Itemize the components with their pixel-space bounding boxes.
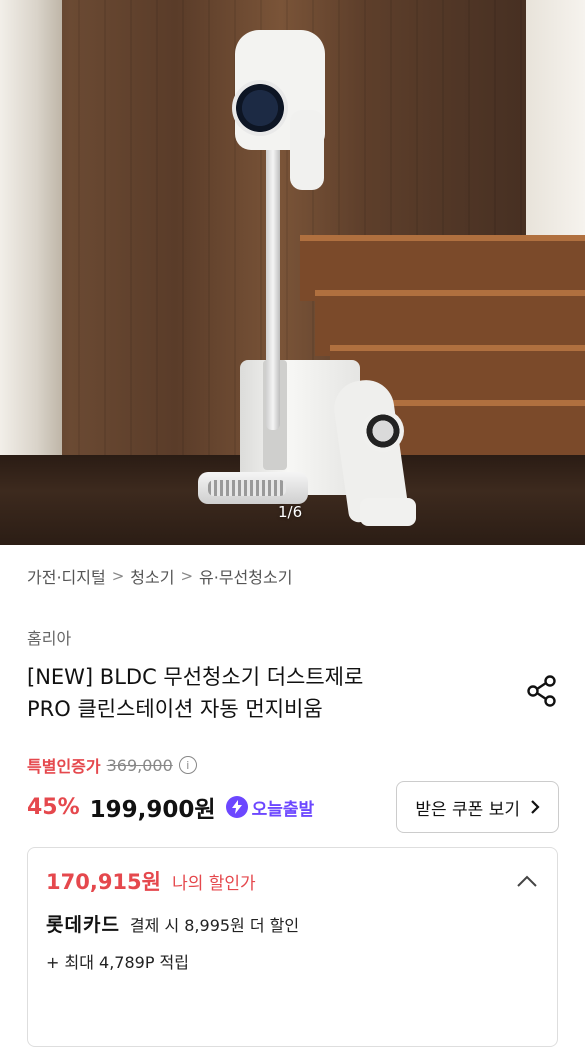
lightning-icon bbox=[225, 796, 248, 818]
share-icon[interactable] bbox=[522, 671, 562, 711]
product-image-gallery[interactable]: 1/6 bbox=[0, 0, 585, 545]
view-coupons-button[interactable]: 받은 쿠폰 보기 bbox=[396, 781, 559, 833]
chevron-right-icon bbox=[531, 800, 540, 814]
card-brand-logo: 롯데카드 bbox=[46, 914, 120, 936]
breadcrumb-item[interactable]: 가전·디지털 bbox=[27, 564, 106, 588]
brand-name[interactable]: 홈리아 bbox=[27, 625, 558, 649]
chevron-right-icon: > bbox=[180, 567, 194, 585]
breadcrumb-item[interactable]: 유·무선청소기 bbox=[199, 564, 292, 588]
special-price-label: 특별인증가 bbox=[27, 757, 101, 776]
curtain-right bbox=[526, 0, 585, 238]
chevron-up-icon[interactable] bbox=[515, 874, 539, 888]
vacuum-display bbox=[232, 80, 288, 136]
my-discount-price: 170,915원 bbox=[46, 870, 161, 894]
image-counter: 1/6 bbox=[278, 503, 303, 521]
sale-price: 199,900원 bbox=[89, 797, 216, 823]
info-icon[interactable]: i bbox=[178, 756, 197, 774]
points-text: + 최대 4,789P 적립 bbox=[46, 953, 189, 972]
my-discount-card: 170,915원 나의 할인가 롯데카드 결제 시 8,995원 더 할인 + … bbox=[27, 847, 558, 1047]
card-discount-text: 결제 시 8,995원 더 할인 bbox=[129, 915, 300, 935]
discount-rate: 45% bbox=[27, 794, 80, 820]
original-price: 369,000 bbox=[106, 755, 173, 775]
curtain-left bbox=[0, 0, 62, 480]
product-title: [NEW] BLDC 무선청소기 더스트제로 PRO 클린스테이션 자동 먼지비… bbox=[27, 665, 364, 721]
breadcrumb: 가전·디지털 > 청소기 > 유·무선청소기 bbox=[27, 545, 558, 607]
my-discount-label: 나의 할인가 bbox=[172, 874, 256, 894]
today-delivery-badge: 오늘출발 bbox=[225, 795, 314, 820]
breadcrumb-item[interactable]: 청소기 bbox=[130, 564, 174, 588]
chevron-right-icon: > bbox=[111, 567, 125, 585]
